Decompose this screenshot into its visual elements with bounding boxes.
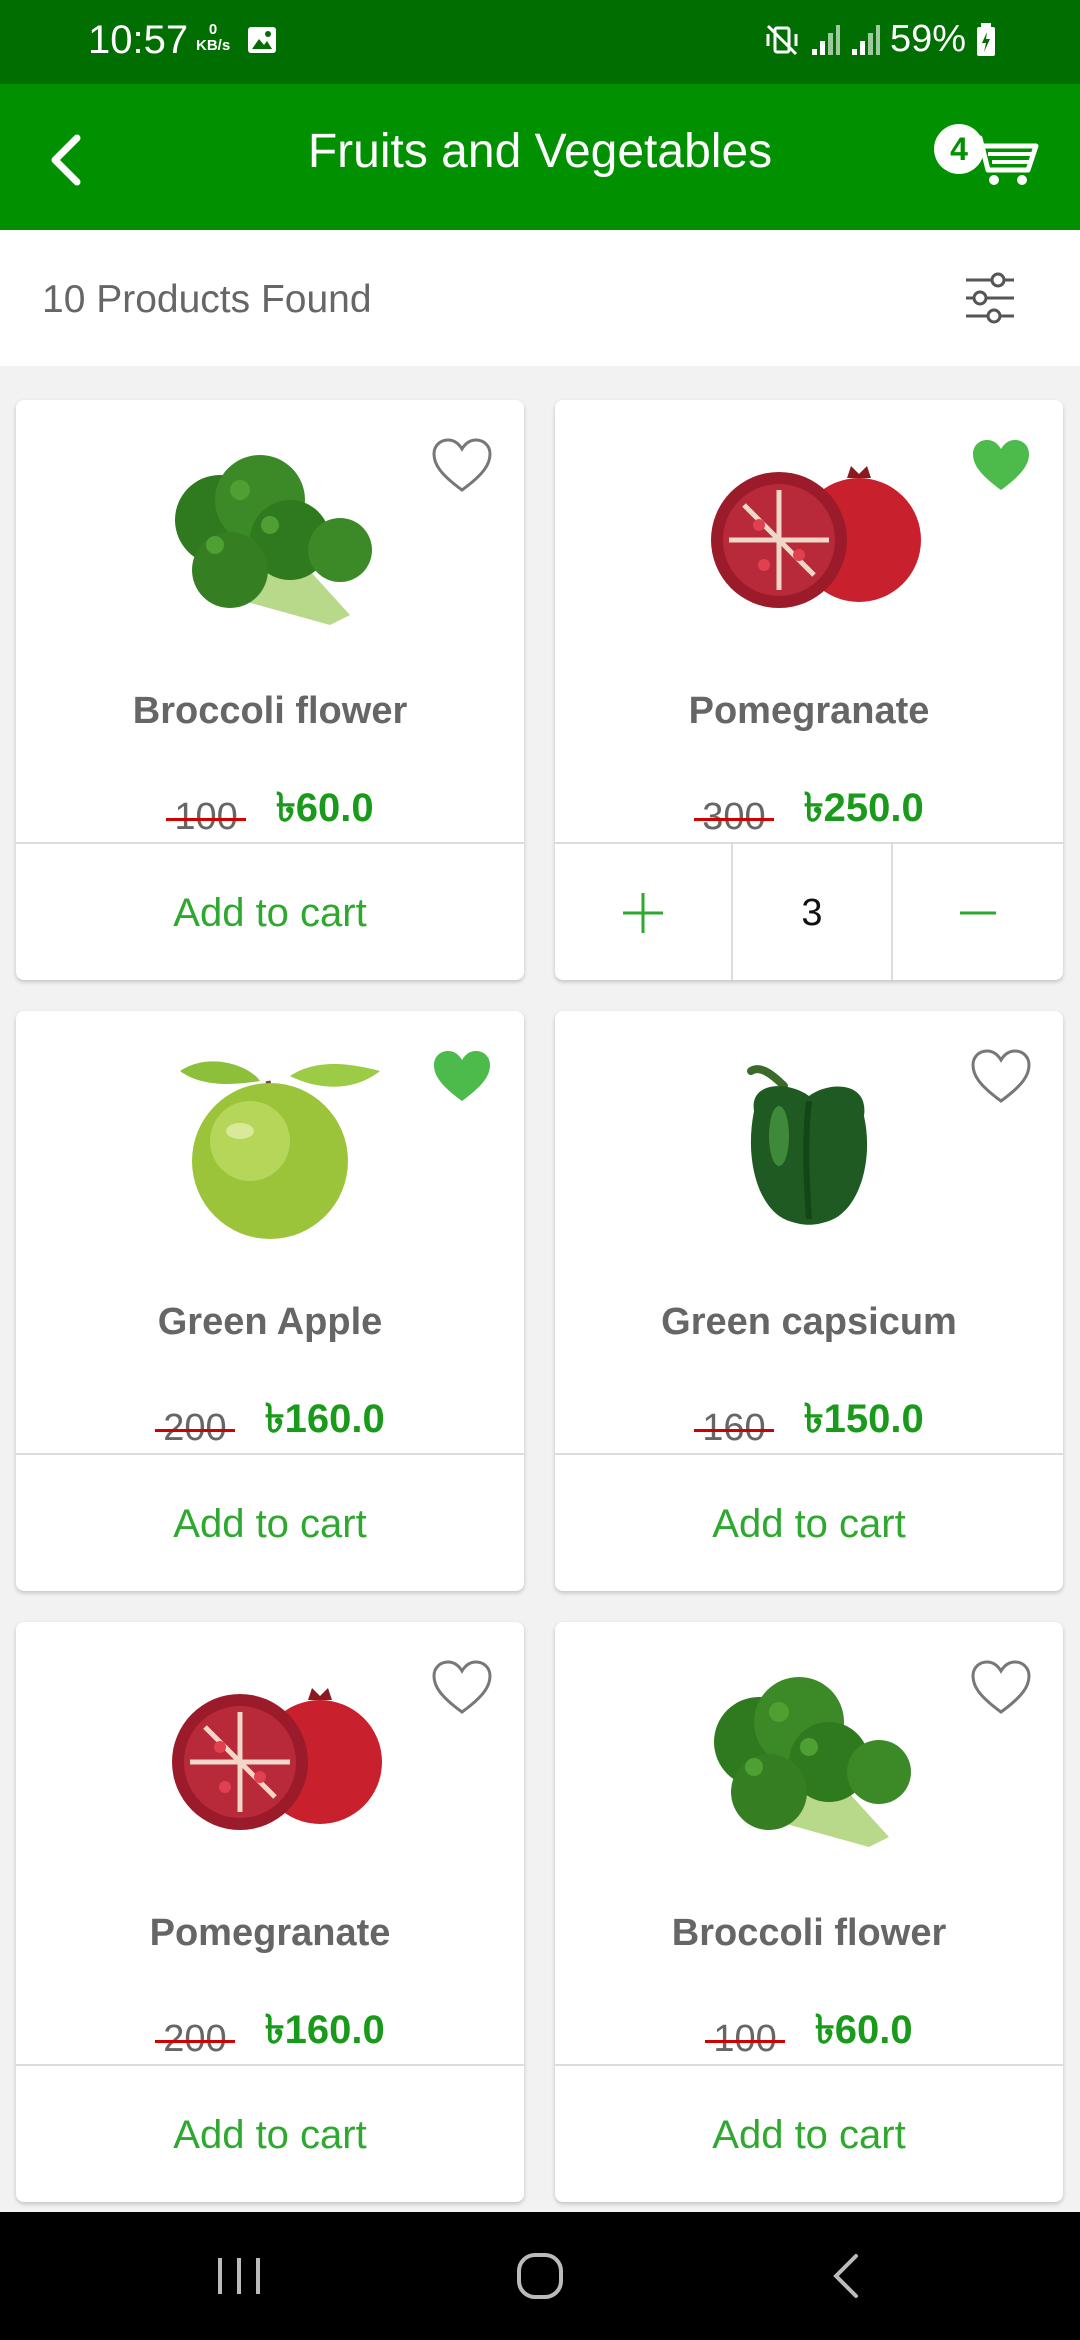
price-row: 100 ৳60.0 [16, 776, 524, 843]
cart-button[interactable]: 4 [930, 120, 1040, 200]
add-to-cart-button[interactable]: Add to cart [555, 2066, 1063, 2202]
broccoli-image [175, 455, 372, 625]
product-name: Pomegranate [688, 690, 930, 732]
filter-sliders-icon [966, 272, 1014, 324]
green-apple-image [180, 1061, 380, 1239]
old-price: 200 [155, 1407, 236, 1450]
add-to-cart-button[interactable]: Add to cart [16, 2066, 524, 2202]
current-price: ৳60.0 [275, 786, 374, 830]
pomegranate-image [172, 1688, 382, 1830]
cart-count-badge: 4 [934, 124, 984, 174]
favorite-heart-outline-icon[interactable] [969, 1047, 1033, 1105]
card-footer: Add to cart [16, 1453, 524, 1591]
battery-icon [977, 22, 995, 56]
price-row: 160 ৳150.0 [555, 1387, 1063, 1454]
current-price: ৳250.0 [803, 786, 924, 830]
current-price: ৳60.0 [814, 2008, 913, 2052]
signal-icon-2 [851, 24, 880, 55]
home-icon[interactable] [516, 2252, 564, 2300]
product-card[interactable]: Pomegranate 300 ৳250.0 3 [555, 400, 1063, 980]
net-speed-indicator: 0 KB/s [196, 21, 231, 54]
pomegranate-image [711, 466, 921, 608]
old-price: 100 [705, 2018, 786, 2061]
old-price: 100 [166, 796, 247, 839]
products-found-text: 10 Products Found [42, 278, 372, 321]
add-to-cart-button[interactable]: Add to cart [16, 844, 524, 980]
green-capsicum-image [747, 1065, 868, 1225]
old-price: 300 [694, 796, 775, 839]
card-footer: Add to cart [16, 2064, 524, 2202]
filter-button[interactable] [960, 268, 1020, 328]
current-price: ৳160.0 [264, 1397, 385, 1441]
product-card[interactable]: Pomegranate 200 ৳160.0 Add to cart [16, 1622, 524, 2202]
system-back-icon[interactable] [826, 2252, 866, 2300]
quantity-stepper: 3 [555, 844, 1063, 980]
current-price: ৳150.0 [803, 1397, 924, 1441]
status-icons: 59% [764, 18, 996, 61]
old-price: 160 [694, 1407, 775, 1450]
old-price: 200 [155, 2018, 236, 2061]
current-price: ৳160.0 [264, 2008, 385, 2052]
favorite-heart-filled-icon[interactable] [430, 1047, 494, 1105]
product-name: Broccoli flower [132, 690, 408, 732]
product-card[interactable]: Broccoli flower 100 ৳60.0 Add to cart [16, 400, 524, 980]
product-name: Broccoli flower [671, 1912, 947, 1954]
favorite-heart-outline-icon[interactable] [969, 1658, 1033, 1716]
app-bar: Fruits and Vegetables 4 [0, 84, 1080, 230]
card-footer: Add to cart [555, 2064, 1063, 2202]
minus-icon [960, 911, 996, 915]
favorite-heart-outline-icon[interactable] [430, 436, 494, 494]
product-card[interactable]: Green capsicum 160 ৳150.0 Add to cart [555, 1011, 1063, 1591]
status-bar: 10:57 0 KB/s 59% [0, 0, 1080, 84]
signal-icon-1 [811, 24, 840, 55]
price-row: 200 ৳160.0 [16, 1998, 524, 2065]
recent-apps-icon[interactable] [216, 2256, 262, 2296]
price-row: 200 ৳160.0 [16, 1387, 524, 1454]
add-to-cart-button[interactable]: Add to cart [555, 1455, 1063, 1591]
system-navigation-bar [0, 2212, 1080, 2340]
plus-icon [623, 893, 663, 933]
quantity-value: 3 [733, 844, 893, 980]
status-time: 10:57 [88, 18, 189, 62]
broccoli-image [714, 1677, 911, 1847]
card-footer: 3 [555, 842, 1063, 980]
product-name: Green Apple [157, 1301, 383, 1343]
product-name: Green capsicum [661, 1301, 957, 1343]
card-footer: Add to cart [16, 842, 524, 980]
results-header: 10 Products Found [0, 230, 1080, 366]
product-card[interactable]: Broccoli flower 100 ৳60.0 Add to cart [555, 1622, 1063, 2202]
favorite-heart-outline-icon[interactable] [430, 1658, 494, 1716]
add-to-cart-button[interactable]: Add to cart [16, 1455, 524, 1591]
page-title: Fruits and Vegetables [307, 125, 773, 178]
decrease-quantity-button[interactable] [893, 844, 1063, 980]
product-card[interactable]: Green Apple 200 ৳160.0 Add to cart [16, 1011, 524, 1591]
price-row: 300 ৳250.0 [555, 776, 1063, 843]
increase-quantity-button[interactable] [555, 844, 733, 980]
favorite-heart-filled-icon[interactable] [969, 436, 1033, 494]
battery-percent: 59% [889, 18, 966, 60]
price-row: 100 ৳60.0 [555, 1998, 1063, 2065]
gallery-notification-icon [248, 27, 276, 53]
card-footer: Add to cart [555, 1453, 1063, 1591]
vibrate-mute-icon [766, 24, 798, 55]
product-name: Pomegranate [149, 1912, 391, 1954]
